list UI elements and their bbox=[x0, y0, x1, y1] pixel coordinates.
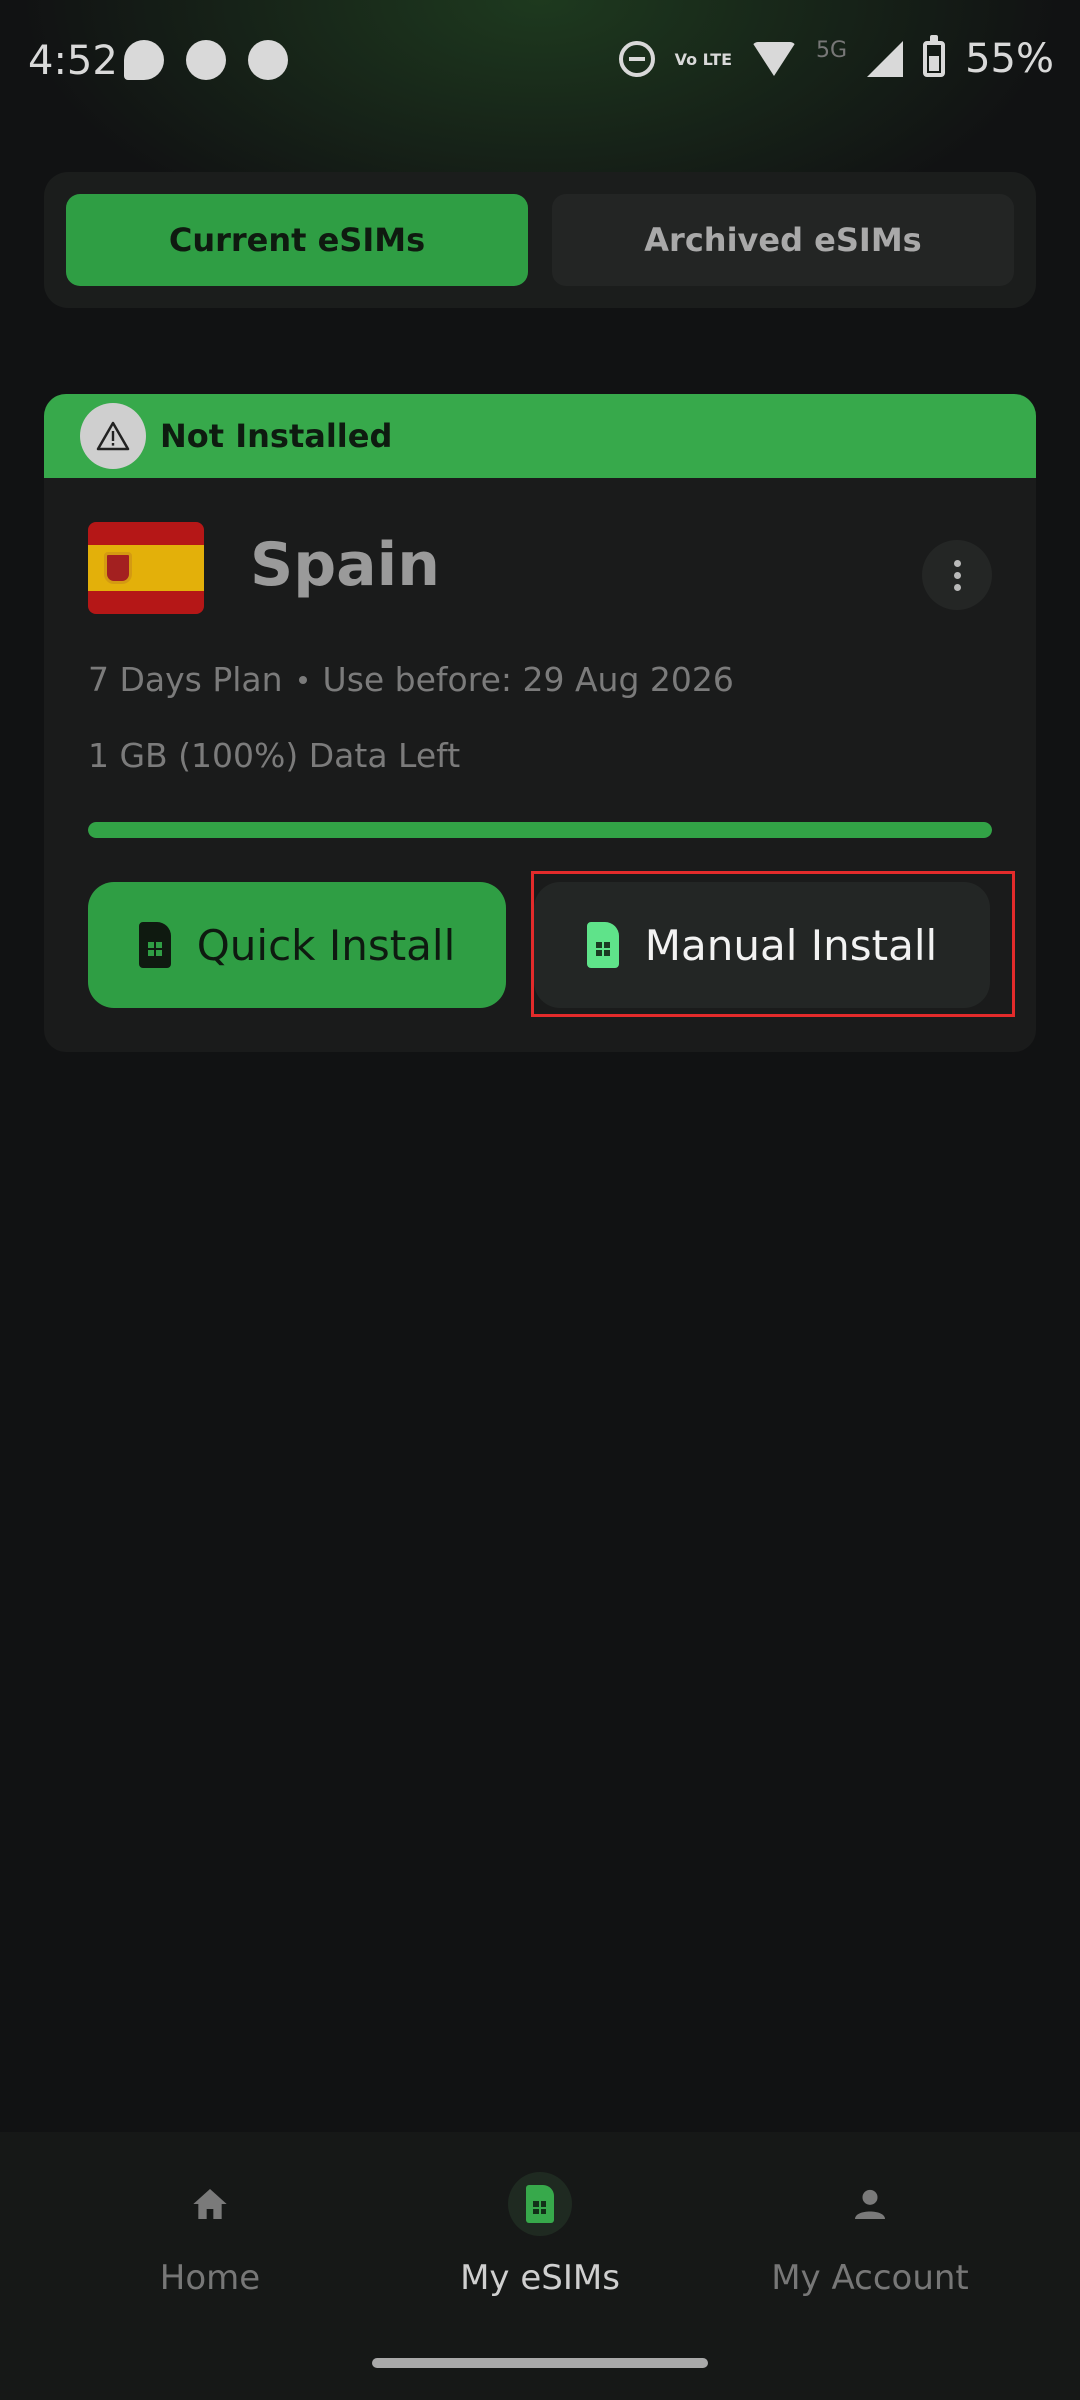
sim-card-icon bbox=[508, 2172, 572, 2236]
status-badge: Not Installed bbox=[160, 417, 393, 455]
manual-install-button[interactable]: Manual Install bbox=[534, 882, 990, 1008]
esim-tabs: Current eSIMs Archived eSIMs bbox=[44, 172, 1036, 308]
data-progress-fill bbox=[88, 822, 992, 838]
plan-duration: 7 Days Plan bbox=[88, 660, 283, 699]
plan-info: 7 Days Plan Use before: 29 Aug 2026 bbox=[88, 660, 734, 699]
game-notification-icon bbox=[186, 40, 226, 80]
do-not-disturb-icon bbox=[618, 41, 655, 77]
signal-icon bbox=[867, 41, 904, 77]
notification-icons bbox=[124, 40, 288, 80]
nav-my-esims[interactable]: My eSIMs bbox=[390, 2172, 690, 2298]
nav-my-account-label: My Account bbox=[771, 2258, 969, 2298]
use-before-date: Use before: 29 Aug 2026 bbox=[322, 660, 734, 699]
manual-install-label: Manual Install bbox=[644, 920, 938, 970]
spain-flag-icon bbox=[88, 522, 204, 614]
wifi-icon bbox=[752, 42, 797, 76]
home-indicator bbox=[372, 2358, 708, 2368]
country-name: Spain bbox=[250, 530, 440, 600]
esim-card: Not Installed Spain 7 Days Plan Use befo… bbox=[44, 394, 1036, 1052]
nav-my-account[interactable]: My Account bbox=[720, 2172, 1020, 2298]
quick-install-button[interactable]: Quick Install bbox=[88, 882, 506, 1008]
user-icon bbox=[838, 2172, 902, 2236]
battery-percent: 55% bbox=[965, 36, 1054, 82]
quick-install-label: Quick Install bbox=[196, 920, 456, 970]
warning-icon bbox=[80, 403, 146, 469]
status-time: 4:52 bbox=[28, 38, 118, 84]
system-icons: Vo LTE 5G 55% bbox=[618, 35, 1054, 82]
sim-card-icon bbox=[586, 922, 619, 968]
separator-dot bbox=[298, 675, 307, 684]
status-banner: Not Installed bbox=[44, 394, 1036, 478]
nav-my-esims-label: My eSIMs bbox=[460, 2258, 620, 2298]
more-options-icon[interactable] bbox=[922, 540, 992, 610]
home-icon bbox=[178, 2172, 242, 2236]
nav-home[interactable]: Home bbox=[60, 2172, 360, 2298]
data-progress-bar bbox=[88, 822, 992, 838]
volte-icon: Vo LTE bbox=[674, 49, 733, 69]
status-bar: 4:52 Vo LTE 5G 55% bbox=[0, 0, 1080, 124]
data-left: 1 GB (100%) Data Left bbox=[88, 736, 461, 775]
nav-home-label: Home bbox=[159, 2258, 261, 2298]
battery-icon bbox=[923, 35, 946, 77]
tab-archived-esims[interactable]: Archived eSIMs bbox=[552, 194, 1014, 286]
motorola-notification-icon bbox=[248, 40, 288, 80]
chat-notification-icon bbox=[124, 40, 164, 80]
sim-card-icon bbox=[138, 922, 171, 968]
network-type: 5G bbox=[816, 37, 848, 63]
tab-current-esims[interactable]: Current eSIMs bbox=[66, 194, 528, 286]
